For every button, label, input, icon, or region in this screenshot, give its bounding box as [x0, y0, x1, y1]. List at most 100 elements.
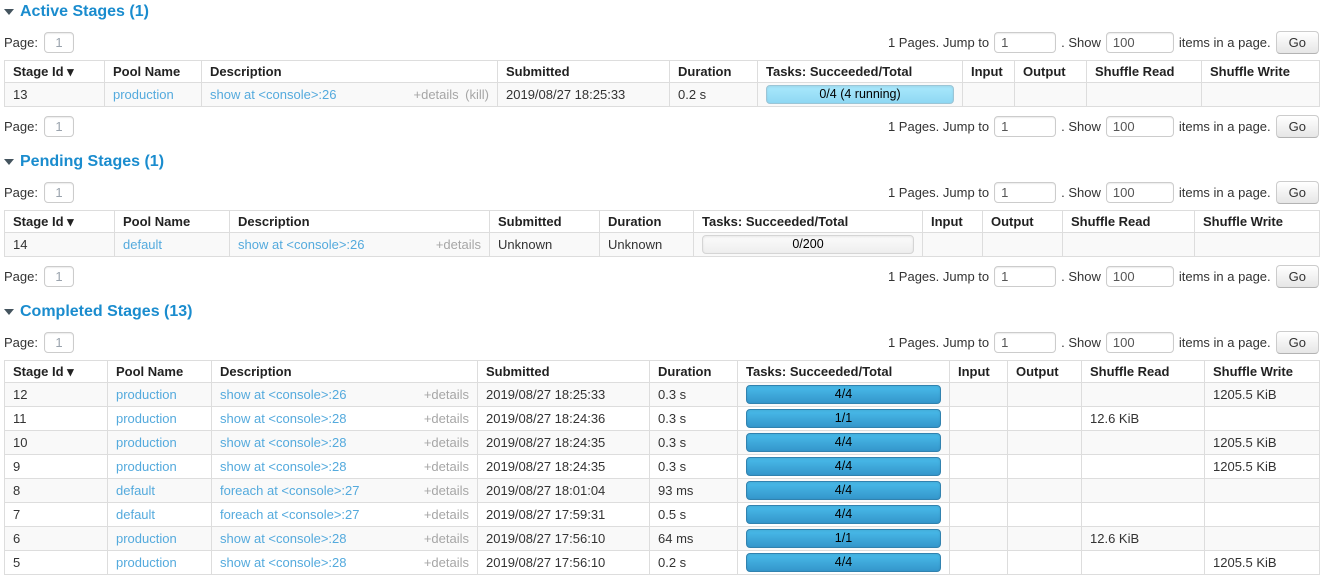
pool-name-link[interactable]: production	[116, 387, 177, 402]
stage-description-link[interactable]: show at <console>:28	[220, 411, 346, 426]
jump-to-page-input[interactable]	[994, 32, 1056, 53]
column-header-duration[interactable]: Duration	[650, 361, 738, 383]
column-header-input[interactable]: Input	[950, 361, 1008, 383]
column-header-shuffle-read[interactable]: Shuffle Read	[1087, 61, 1202, 83]
column-header-input[interactable]: Input	[963, 61, 1015, 83]
column-header-stage-id[interactable]: Stage Id ▾	[5, 211, 115, 233]
shuffle-write-cell	[1205, 503, 1320, 527]
shuffle-write-cell	[1205, 527, 1320, 551]
column-header-stage-id[interactable]: Stage Id ▾	[5, 61, 105, 83]
pool-name-link[interactable]: production	[116, 531, 177, 546]
stage-description-link[interactable]: show at <console>:26	[220, 387, 346, 402]
column-header-output[interactable]: Output	[1015, 61, 1087, 83]
pool-name-link[interactable]: production	[113, 87, 174, 102]
submitted-cell: 2019/08/27 17:56:10	[478, 527, 650, 551]
column-header-input[interactable]: Input	[923, 211, 983, 233]
column-header-description[interactable]: Description	[212, 361, 478, 383]
duration-cell: 64 ms	[650, 527, 738, 551]
go-button[interactable]: Go	[1276, 331, 1319, 354]
duration-cell: 0.3 s	[650, 455, 738, 479]
column-header-stage-id[interactable]: Stage Id ▾	[5, 361, 108, 383]
stage-id-cell: 11	[5, 407, 108, 431]
details-toggle[interactable]: +details	[424, 483, 469, 498]
column-header-submitted[interactable]: Submitted	[478, 361, 650, 383]
active-stages-collapse-header[interactable]: Active Stages (1)	[4, 3, 1319, 21]
details-toggle[interactable]: +details	[414, 87, 459, 102]
column-header-description[interactable]: Description	[202, 61, 498, 83]
task-progress-bar: 4/4	[746, 481, 941, 500]
column-header-shuffle-write[interactable]: Shuffle Write	[1202, 61, 1320, 83]
page-number-input[interactable]	[44, 266, 74, 287]
pool-name-link[interactable]: default	[116, 507, 155, 522]
output-cell	[1008, 383, 1082, 407]
column-header-submitted[interactable]: Submitted	[490, 211, 600, 233]
page-size-input[interactable]	[1106, 332, 1174, 353]
output-cell	[1008, 455, 1082, 479]
details-toggle[interactable]: +details	[424, 435, 469, 450]
pool-name-link[interactable]: production	[116, 435, 177, 450]
pending-stages-collapse-header[interactable]: Pending Stages (1)	[4, 153, 1319, 171]
stage-description-link[interactable]: show at <console>:28	[220, 555, 346, 570]
details-toggle[interactable]: +details	[424, 555, 469, 570]
stage-description-link[interactable]: show at <console>:26	[210, 87, 336, 102]
column-header-description[interactable]: Description	[230, 211, 490, 233]
column-header-duration[interactable]: Duration	[670, 61, 758, 83]
page-size-input[interactable]	[1106, 266, 1174, 287]
column-header-shuffle-write[interactable]: Shuffle Write	[1205, 361, 1320, 383]
completed-stages-collapse-header[interactable]: Completed Stages (13)	[4, 303, 1319, 321]
details-toggle[interactable]: +details	[424, 411, 469, 426]
stage-description-link[interactable]: show at <console>:26	[238, 237, 364, 252]
shuffle-write-cell	[1205, 407, 1320, 431]
page-size-input[interactable]	[1106, 182, 1174, 203]
completed-stages-table: Stage Id ▾Pool NameDescriptionSubmittedD…	[4, 360, 1320, 575]
column-header-pool-name[interactable]: Pool Name	[108, 361, 212, 383]
page-size-input[interactable]	[1106, 32, 1174, 53]
details-toggle[interactable]: +details	[436, 237, 481, 252]
stage-description-link[interactable]: show at <console>:28	[220, 531, 346, 546]
pool-name-link[interactable]: production	[116, 459, 177, 474]
kill-link[interactable]: (kill)	[459, 87, 489, 102]
page-size-input[interactable]	[1106, 116, 1174, 137]
column-header-shuffle-read[interactable]: Shuffle Read	[1082, 361, 1205, 383]
pool-name-link[interactable]: production	[116, 555, 177, 570]
output-cell	[1008, 551, 1082, 575]
column-header-tasks-succeeded-total[interactable]: Tasks: Succeeded/Total	[694, 211, 923, 233]
column-header-submitted[interactable]: Submitted	[498, 61, 670, 83]
submitted-cell: 2019/08/27 18:25:33	[498, 83, 670, 107]
pool-cell: production	[108, 527, 212, 551]
page-number-input[interactable]	[44, 182, 74, 203]
go-button[interactable]: Go	[1276, 115, 1319, 138]
column-header-tasks-succeeded-total[interactable]: Tasks: Succeeded/Total	[738, 361, 950, 383]
column-header-output[interactable]: Output	[983, 211, 1063, 233]
page-number-input[interactable]	[44, 332, 74, 353]
jump-to-page-input[interactable]	[994, 266, 1056, 287]
details-toggle[interactable]: +details	[424, 531, 469, 546]
go-button[interactable]: Go	[1276, 265, 1319, 288]
pool-name-link[interactable]: production	[116, 411, 177, 426]
stage-description-link[interactable]: foreach at <console>:27	[220, 483, 360, 498]
shuffle-write-cell	[1205, 479, 1320, 503]
column-header-tasks-succeeded-total[interactable]: Tasks: Succeeded/Total	[758, 61, 963, 83]
column-header-pool-name[interactable]: Pool Name	[115, 211, 230, 233]
stage-description-link[interactable]: show at <console>:28	[220, 459, 346, 474]
column-header-pool-name[interactable]: Pool Name	[105, 61, 202, 83]
details-toggle[interactable]: +details	[424, 459, 469, 474]
page-number-input[interactable]	[44, 32, 74, 53]
jump-to-page-input[interactable]	[994, 332, 1056, 353]
column-header-duration[interactable]: Duration	[600, 211, 694, 233]
column-header-shuffle-read[interactable]: Shuffle Read	[1063, 211, 1195, 233]
pending-stages-table: Stage Id ▾Pool NameDescriptionSubmittedD…	[4, 210, 1320, 257]
column-header-shuffle-write[interactable]: Shuffle Write	[1195, 211, 1320, 233]
go-button[interactable]: Go	[1276, 181, 1319, 204]
details-toggle[interactable]: +details	[424, 387, 469, 402]
page-number-input[interactable]	[44, 116, 74, 137]
column-header-output[interactable]: Output	[1008, 361, 1082, 383]
go-button[interactable]: Go	[1276, 31, 1319, 54]
pool-name-link[interactable]: default	[123, 237, 162, 252]
jump-to-page-input[interactable]	[994, 182, 1056, 203]
pool-name-link[interactable]: default	[116, 483, 155, 498]
details-toggle[interactable]: +details	[424, 507, 469, 522]
stage-description-link[interactable]: show at <console>:28	[220, 435, 346, 450]
stage-description-link[interactable]: foreach at <console>:27	[220, 507, 360, 522]
jump-to-page-input[interactable]	[994, 116, 1056, 137]
